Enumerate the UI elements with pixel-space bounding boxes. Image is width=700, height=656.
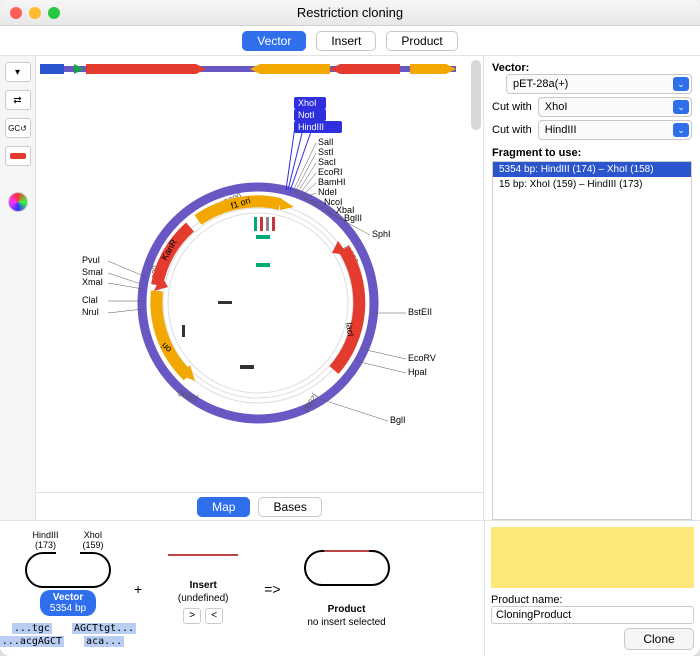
enzyme-hindiii[interactable]: HindIII	[298, 122, 324, 132]
dropdown-caret-icon: ⌄	[673, 100, 689, 114]
tab-bases[interactable]: Bases	[258, 497, 321, 517]
tab-product[interactable]: Product	[386, 31, 457, 51]
svg-text:SacI[interactable]: SacI	[318, 157, 336, 167]
tab-insert[interactable]: Insert	[316, 31, 376, 51]
fragment-list[interactable]: 5354 bp: HindIII (174) – XhoI (158) 15 b…	[492, 161, 692, 520]
svg-text:BamHI[interactable]: BamHI	[318, 177, 346, 187]
plasmid-map[interactable]: |1000 |2000 |3000 |4000 |5000 f1 ori	[36, 56, 483, 492]
svg-text:SphI[interactable]: SphI	[372, 229, 391, 239]
cut2-select[interactable]: HindIII ⌄	[538, 120, 692, 140]
tool-annotate[interactable]	[5, 146, 31, 166]
tab-vector[interactable]: Vector	[242, 31, 306, 51]
view-mode-tabs: Map Bases	[36, 492, 483, 520]
svg-text:SmaI[interactable]: SmaI	[82, 267, 103, 277]
cut1-label: Cut with	[492, 101, 532, 113]
svg-text:BglI[interactable]: BglI	[390, 415, 406, 425]
svg-text:ClaI[interactable]: ClaI	[82, 295, 98, 305]
svg-text:SalI[interactable]: SalI	[318, 137, 334, 147]
tool-gc[interactable]: GC↺	[5, 118, 31, 138]
window-title: Restriction cloning	[0, 5, 700, 20]
fragment-label: Fragment to use:	[492, 147, 692, 159]
cut2-label: Cut with	[492, 124, 532, 136]
insert-shift-left[interactable]: <	[205, 608, 223, 624]
svg-text:EcoRI[interactable]: EcoRI	[318, 167, 343, 177]
insert-shift-right[interactable]: >	[183, 608, 201, 624]
tool-chevron[interactable]: ▾	[5, 62, 31, 82]
vector-pill: Vector 5354 bp	[40, 590, 96, 616]
product-preview	[491, 527, 694, 588]
enzyme-xhoi[interactable]: XhoI	[298, 98, 317, 108]
tab-map[interactable]: Map	[197, 497, 250, 517]
product-state: no insert selected	[307, 617, 385, 628]
top-tab-bar: Vector Insert Product	[0, 26, 700, 56]
enzyme-noti[interactable]: NotI	[298, 110, 315, 120]
dropdown-caret-icon: ⌄	[673, 77, 689, 91]
clone-button[interactable]: Clone	[624, 628, 694, 650]
svg-text:BglII[interactable]: BglII	[344, 213, 362, 223]
svg-text:BstEII[interactable]: BstEII	[408, 307, 432, 317]
linear-feature	[74, 64, 456, 74]
enzyme-list-left: PvuI SmaI XmaI ClaI NruI	[82, 255, 146, 317]
svg-text:XmaI[interactable]: XmaI	[82, 277, 103, 287]
tool-color[interactable]	[8, 192, 28, 212]
canvas-scrollbar[interactable]	[471, 60, 481, 130]
vector-select[interactable]: pET-28a(+) ⌄	[506, 74, 692, 94]
vector-diagram	[25, 552, 111, 588]
svg-text:PvuI[interactable]: PvuI	[82, 255, 100, 265]
product-title: Product	[328, 604, 366, 615]
product-name-field[interactable]: CloningProduct	[491, 606, 694, 624]
titlebar: Restriction cloning	[0, 0, 700, 26]
fragment-item[interactable]: 15 bp: XhoI (159) – HindIII (173)	[493, 177, 691, 192]
product-diagram	[304, 550, 390, 586]
insert-state: (undefined)	[178, 593, 229, 604]
svg-text:lacI: lacI	[344, 322, 356, 337]
insert-diagram	[168, 554, 238, 556]
svg-text:EcoRV[interactable]: EcoRV	[408, 353, 436, 363]
tool-swap[interactable]: ⇄	[5, 90, 31, 110]
right-panel: Vector: pET-28a(+) ⌄ Cut with XhoI ⌄ Cut…	[484, 56, 700, 520]
dropdown-caret-icon: ⌄	[673, 123, 689, 137]
svg-text:NdeI[interactable]: NdeI	[318, 187, 337, 197]
fragment-item[interactable]: 5354 bp: HindIII (174) – XhoI (158)	[493, 162, 691, 177]
product-name-label: Product name:	[491, 594, 694, 606]
cut1-select[interactable]: XhoI ⌄	[538, 97, 692, 117]
svg-text:NruI[interactable]: NruI	[82, 307, 99, 317]
vector-label: Vector:	[492, 62, 692, 74]
build-schematic: HindIII (173) XhoI (159) Vector 5354 bp …	[0, 521, 484, 656]
svg-text:HpaI[interactable]: HpaI	[408, 367, 427, 377]
plus-sign: +	[134, 581, 142, 597]
svg-text:SstI[interactable]: SstI	[318, 147, 334, 157]
left-toolbar: ▾ ⇄ GC↺	[0, 56, 36, 520]
insert-title: Insert	[190, 580, 217, 591]
arrow-icon: =>	[264, 581, 280, 597]
